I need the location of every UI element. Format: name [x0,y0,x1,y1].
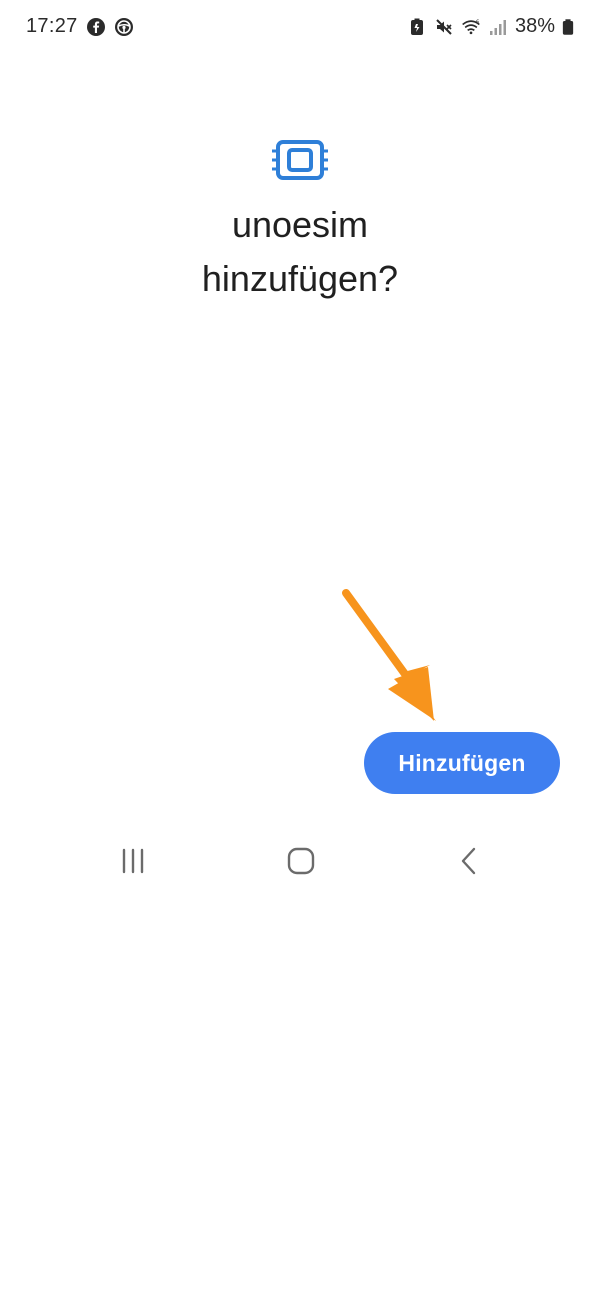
recents-icon [122,848,144,874]
battery-percent: 38% [514,15,555,37]
arrow-down-right-icon [342,589,436,721]
dialog-title-line2: hinzufügen? [201,258,399,299]
add-button[interactable]: Hinzufügen [364,732,560,794]
home-button[interactable] [273,836,329,886]
wifi-icon: 6 [462,19,480,34]
status-bar: 17:27 6 38% [0,0,600,56]
mute-icon [436,18,452,35]
dialog-title: unoesim hinzufügen? [0,198,600,306]
svg-text:6: 6 [476,19,479,25]
steering-wheel-icon [114,17,133,36]
signal-icon [489,19,506,35]
status-left: 17:27 [26,15,134,38]
status-time: 17:27 [26,15,78,37]
home-icon [287,847,315,875]
dialog-title-line1: unoesim [231,204,369,245]
esim-card-icon [272,140,328,180]
facebook-icon [86,17,105,36]
recents-button[interactable] [105,836,161,886]
navigation-bar [0,826,600,896]
status-right: 6 38% [407,15,574,38]
battery-icon [562,18,574,35]
back-icon [461,847,476,875]
back-button[interactable] [441,836,497,886]
battery-saver-icon [410,18,423,35]
